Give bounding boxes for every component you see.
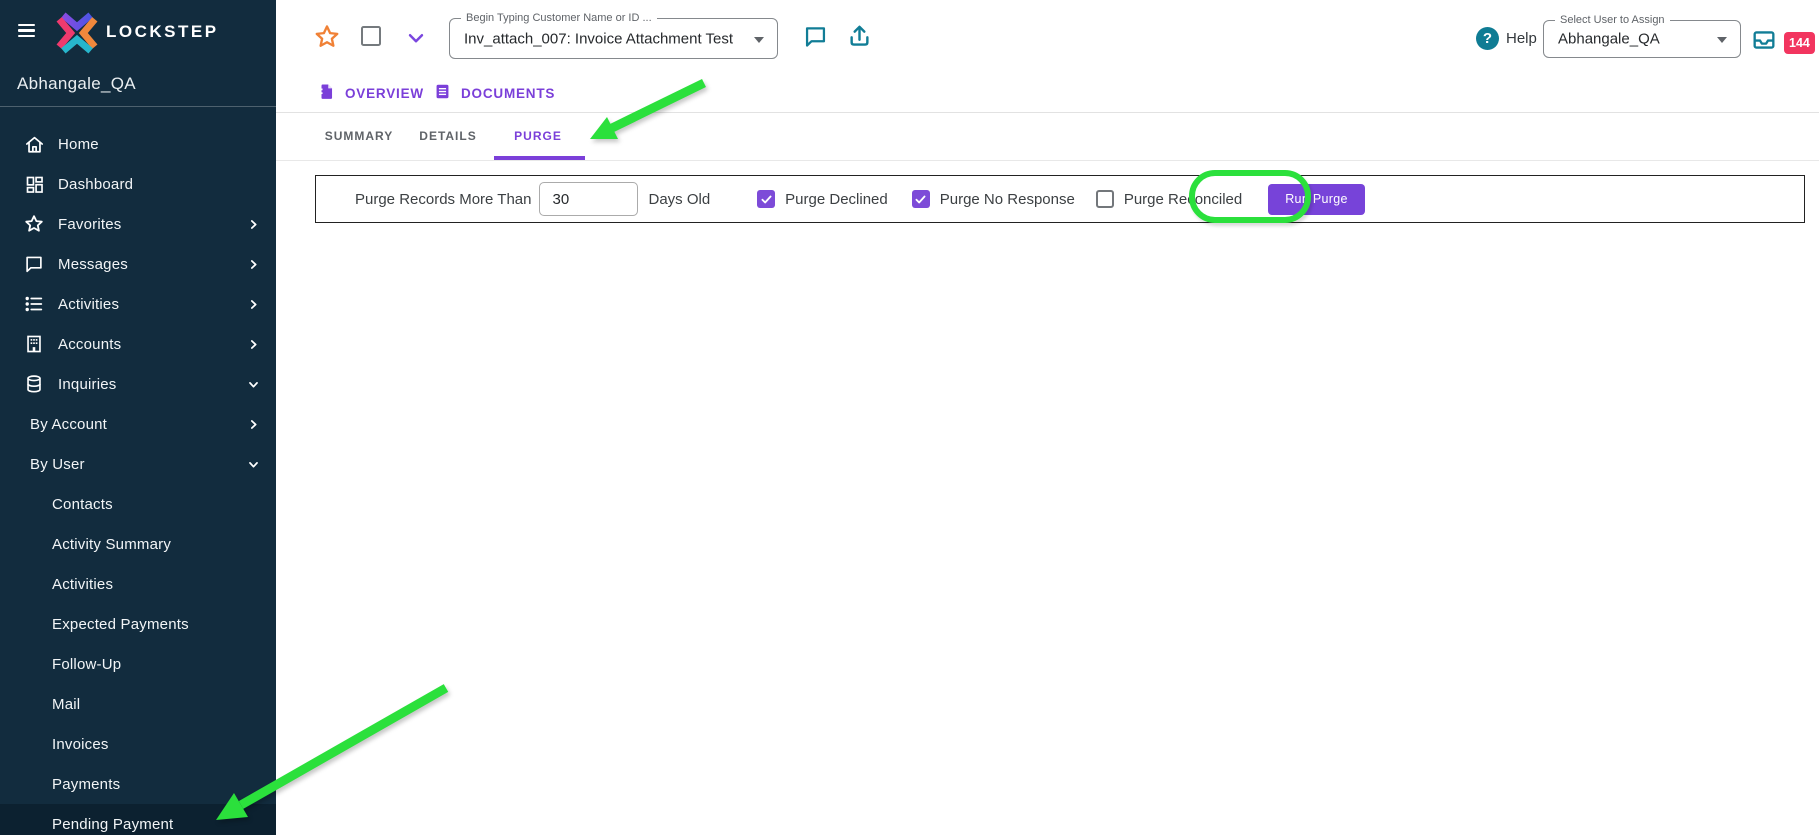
- inbox-count-badge: 144: [1784, 31, 1815, 54]
- sidebar-item-label: Messages: [58, 255, 128, 273]
- tab-overview[interactable]: OVERVIEW: [317, 82, 424, 104]
- tab-label: DOCUMENTS: [461, 85, 556, 101]
- customer-select-value: Inv_attach_007: Invoice Attachment Test: [464, 30, 734, 47]
- sidebar-item-invoices[interactable]: Invoices: [0, 724, 276, 764]
- chevron-down-icon: [247, 458, 260, 471]
- sidebar-item-expected-payments[interactable]: Expected Payments: [0, 604, 276, 644]
- chat-icon[interactable]: [800, 21, 830, 51]
- sidebar-item-activity-summary[interactable]: Activity Summary: [0, 524, 276, 564]
- sidebar-item-label: Favorites: [58, 215, 122, 233]
- sidebar-nav: Home Dashboard Favorites Messages Activi…: [0, 124, 276, 835]
- assign-user-label: Select User to Assign: [1555, 14, 1670, 26]
- building-icon: [22, 332, 46, 356]
- star-icon: [22, 212, 46, 236]
- sidebar-item-contacts[interactable]: Contacts: [0, 484, 276, 524]
- sidebar-item-home[interactable]: Home: [0, 124, 276, 164]
- list-icon: [22, 292, 46, 316]
- purge-no-response-checkbox[interactable]: Purge No Response: [911, 190, 1075, 208]
- chat-bubble-icon: [22, 252, 46, 276]
- logo-wordmark: LOCKSTEP: [106, 22, 219, 41]
- checkbox-icon: [1095, 190, 1114, 208]
- sidebar-item-label: By User: [30, 455, 85, 473]
- purge-label-suffix: Days Old: [648, 190, 711, 208]
- app-root: LOCKSTEP Abhangale_QA Home Dashboard Fav…: [0, 0, 1819, 835]
- lockstep-logo-icon: [56, 12, 98, 59]
- chevron-down-icon: [247, 378, 260, 391]
- upload-icon[interactable]: [843, 19, 875, 51]
- select-all-checkbox[interactable]: [361, 26, 381, 46]
- sidebar-item-by-user[interactable]: By User: [0, 444, 276, 484]
- assign-user-value: Abhangale_QA: [1558, 30, 1660, 48]
- assign-user-select[interactable]: Select User to Assign Abhangale_QA: [1543, 14, 1741, 58]
- inbox-tray-icon: [1750, 26, 1778, 59]
- checkbox-icon: [757, 190, 776, 208]
- question-mark-icon: ?: [1476, 27, 1499, 50]
- sidebar-item-accounts[interactable]: Accounts: [0, 324, 276, 364]
- chevron-right-icon: [247, 298, 260, 311]
- help-button[interactable]: ? Help: [1476, 27, 1537, 50]
- purge-label-prefix: Purge Records More Than: [355, 190, 532, 208]
- sidebar-item-label: Inquiries: [58, 375, 117, 393]
- workspace-name: Abhangale_QA: [17, 74, 136, 93]
- tabs-divider: [276, 112, 1819, 113]
- inbox-button[interactable]: 144: [1750, 26, 1815, 59]
- dropdown-arrow-icon: [1717, 37, 1727, 43]
- sidebar-divider: [0, 106, 276, 107]
- sidebar-item-by-account[interactable]: By Account: [0, 404, 276, 444]
- sidebar: LOCKSTEP Abhangale_QA Home Dashboard Fav…: [0, 0, 276, 835]
- favorite-star-icon[interactable]: [312, 22, 342, 52]
- sidebar-item-messages[interactable]: Messages: [0, 244, 276, 284]
- dropdown-arrow-icon: [754, 36, 764, 43]
- purge-reconciled-checkbox[interactable]: Purge Reconciled: [1095, 190, 1242, 208]
- database-icon: [22, 372, 46, 396]
- chevron-right-icon: [247, 418, 260, 431]
- sidebar-item-activities-sub[interactable]: Activities: [0, 564, 276, 604]
- sidebar-item-mail[interactable]: Mail: [0, 684, 276, 724]
- sidebar-item-inquiries[interactable]: Inquiries: [0, 364, 276, 404]
- sidebar-item-label: By Account: [30, 415, 108, 433]
- purge-declined-checkbox[interactable]: Purge Declined: [757, 190, 888, 208]
- page-icon: [317, 82, 336, 104]
- main-content: Begin Typing Customer Name or ID ... Inv…: [276, 0, 1819, 835]
- checkbox-icon: [911, 190, 930, 208]
- menu-icon[interactable]: [18, 24, 35, 37]
- chevron-down-icon[interactable]: [404, 26, 428, 50]
- sidebar-item-favorites[interactable]: Favorites: [0, 204, 276, 244]
- tab-purge[interactable]: PURGE: [514, 129, 562, 143]
- run-purge-button[interactable]: Run Purge: [1268, 183, 1365, 215]
- purge-panel: Purge Records More Than Days Old Purge D…: [315, 175, 1805, 223]
- dashboard-icon: [22, 172, 46, 196]
- days-old-input[interactable]: [539, 182, 639, 216]
- sidebar-item-activities[interactable]: Activities: [0, 284, 276, 324]
- document-icon: [433, 82, 452, 104]
- tab-summary[interactable]: SUMMARY: [325, 129, 394, 143]
- home-icon: [22, 132, 46, 156]
- subtabs-divider: [276, 160, 1819, 161]
- sidebar-item-payments[interactable]: Payments: [0, 764, 276, 804]
- help-label: Help: [1506, 30, 1537, 47]
- customer-select[interactable]: Begin Typing Customer Name or ID ... Inv…: [449, 12, 778, 59]
- sidebar-item-label: Dashboard: [58, 175, 134, 193]
- sidebar-item-follow-up[interactable]: Follow-Up: [0, 644, 276, 684]
- sidebar-item-label: Home: [58, 135, 99, 153]
- sidebar-item-label: Activities: [58, 295, 120, 313]
- sidebar-item-pending-payment[interactable]: Pending Payment: [0, 804, 276, 835]
- chevron-right-icon: [247, 338, 260, 351]
- sidebar-item-label: Accounts: [58, 335, 122, 353]
- chevron-right-icon: [247, 258, 260, 271]
- sidebar-item-dashboard[interactable]: Dashboard: [0, 164, 276, 204]
- tab-label: OVERVIEW: [345, 85, 424, 101]
- tab-documents[interactable]: DOCUMENTS: [433, 82, 555, 104]
- tab-details[interactable]: DETAILS: [419, 129, 476, 143]
- customer-select-label: Begin Typing Customer Name or ID ...: [461, 12, 657, 24]
- chevron-right-icon: [247, 218, 260, 231]
